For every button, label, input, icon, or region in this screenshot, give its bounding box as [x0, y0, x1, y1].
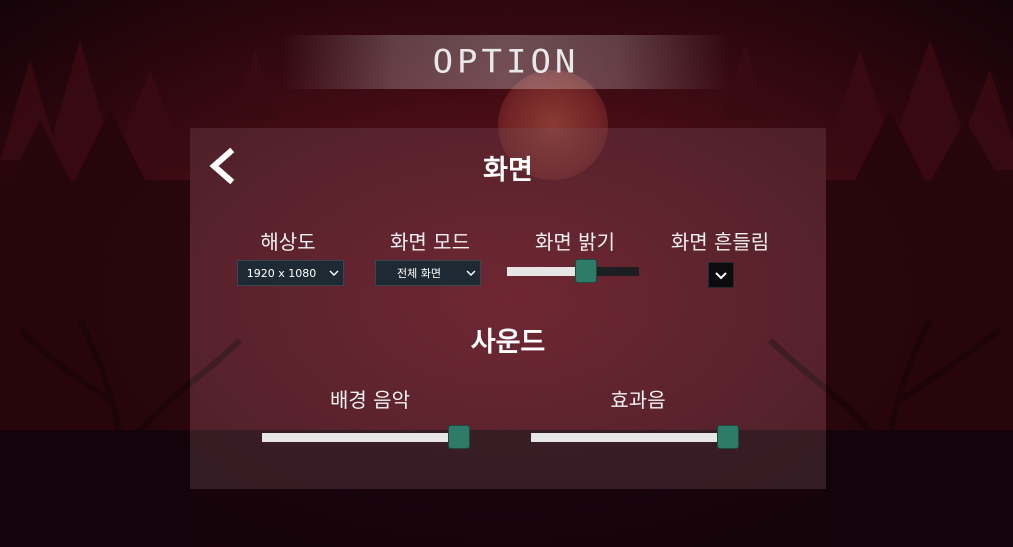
sfx-label: 효과음 — [610, 388, 666, 412]
chevron-down-icon — [462, 269, 480, 277]
resolution-value: 1920 x 1080 — [246, 266, 317, 280]
slider-handle[interactable] — [717, 425, 739, 449]
slider-handle[interactable] — [575, 259, 597, 283]
chevron-down-icon — [715, 271, 727, 279]
screen-mode-label: 화면 모드 — [390, 230, 470, 254]
screen-mode-dropdown[interactable]: 전체 화면 — [375, 260, 481, 286]
screen-shake-label: 화면 흔들림 — [670, 230, 770, 254]
screen-shake-toggle[interactable] — [708, 262, 734, 288]
bgm-volume-slider[interactable] — [262, 425, 470, 449]
slider-fill — [262, 433, 459, 442]
chevron-down-icon — [325, 269, 343, 277]
sfx-volume-slider[interactable] — [531, 425, 739, 449]
bgm-label: 배경 음악 — [330, 388, 410, 412]
slider-handle[interactable] — [448, 425, 470, 449]
screen-section-title: 화면 — [483, 155, 533, 186]
resolution-dropdown[interactable]: 1920 x 1080 — [237, 260, 344, 286]
resolution-label: 해상도 — [260, 230, 316, 254]
screen-mode-value: 전체 화면 — [397, 267, 441, 280]
brightness-slider[interactable] — [507, 259, 639, 283]
title-banner: OPTION — [282, 35, 730, 89]
options-panel: 화면 해상도 1920 x 1080 화면 모드 전체 화면 화면 밝기 화면 … — [190, 128, 826, 489]
slider-fill — [531, 433, 728, 442]
sound-section-title: 사운드 — [470, 327, 546, 358]
page-title: OPTION — [432, 43, 580, 81]
brightness-label: 화면 밝기 — [535, 230, 615, 254]
